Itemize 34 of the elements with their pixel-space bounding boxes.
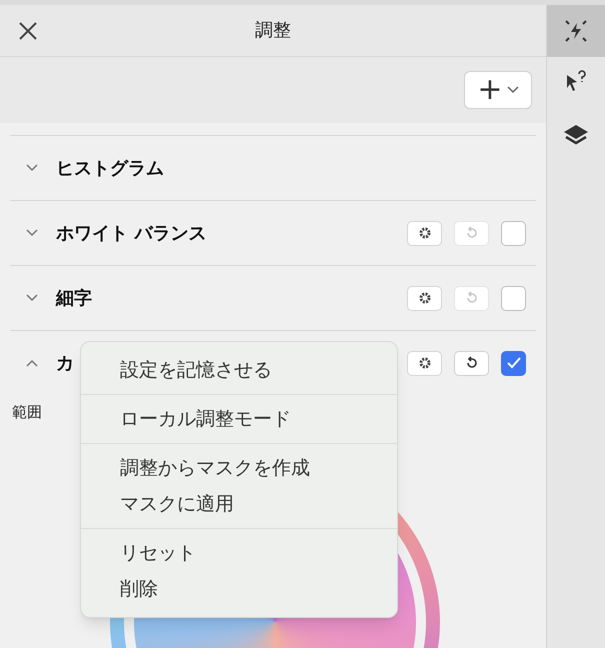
menu-item[interactable]: 調整からマスクを作成	[81, 450, 397, 486]
add-button[interactable]: +	[464, 71, 532, 109]
chevron-up-icon	[26, 359, 38, 367]
gear-icon	[418, 227, 430, 239]
menu-item[interactable]: 削除	[81, 571, 397, 607]
checkbox[interactable]	[501, 286, 526, 310]
checkmark-icon	[506, 356, 522, 370]
checkbox[interactable]	[501, 350, 526, 376]
undo-icon	[464, 226, 478, 240]
range-label: 範囲	[12, 402, 42, 423]
gear-icon	[418, 292, 430, 304]
menu-item[interactable]: 設定を記憶させる	[81, 352, 397, 388]
reset-button[interactable]	[454, 350, 489, 376]
sparkle-bolt-icon	[563, 18, 589, 44]
settings-button[interactable]	[407, 350, 442, 376]
chevron-down-icon	[506, 86, 519, 94]
settings-button[interactable]	[407, 286, 442, 310]
chevron-down-icon	[26, 164, 38, 172]
gear-icon	[418, 357, 430, 369]
checkbox[interactable]	[501, 220, 526, 246]
menu-item[interactable]: マスクに適用	[81, 486, 397, 522]
chevron-down-icon	[26, 229, 38, 237]
tool-button[interactable]	[547, 5, 605, 57]
chevron-down-icon	[26, 294, 38, 302]
settings-button[interactable]	[407, 220, 442, 246]
close-icon	[18, 21, 38, 41]
menu-item[interactable]: ローカル調整モード	[81, 401, 397, 437]
panel-title: 調整	[255, 19, 291, 43]
undo-icon	[464, 291, 478, 305]
section-title[interactable]: 細字	[56, 284, 407, 312]
section-title[interactable]: ヒストグラム	[56, 154, 526, 182]
section-title[interactable]: ホワイト バランス	[56, 220, 407, 246]
menu-item[interactable]: リセット	[81, 535, 397, 571]
undo-icon	[464, 356, 478, 370]
